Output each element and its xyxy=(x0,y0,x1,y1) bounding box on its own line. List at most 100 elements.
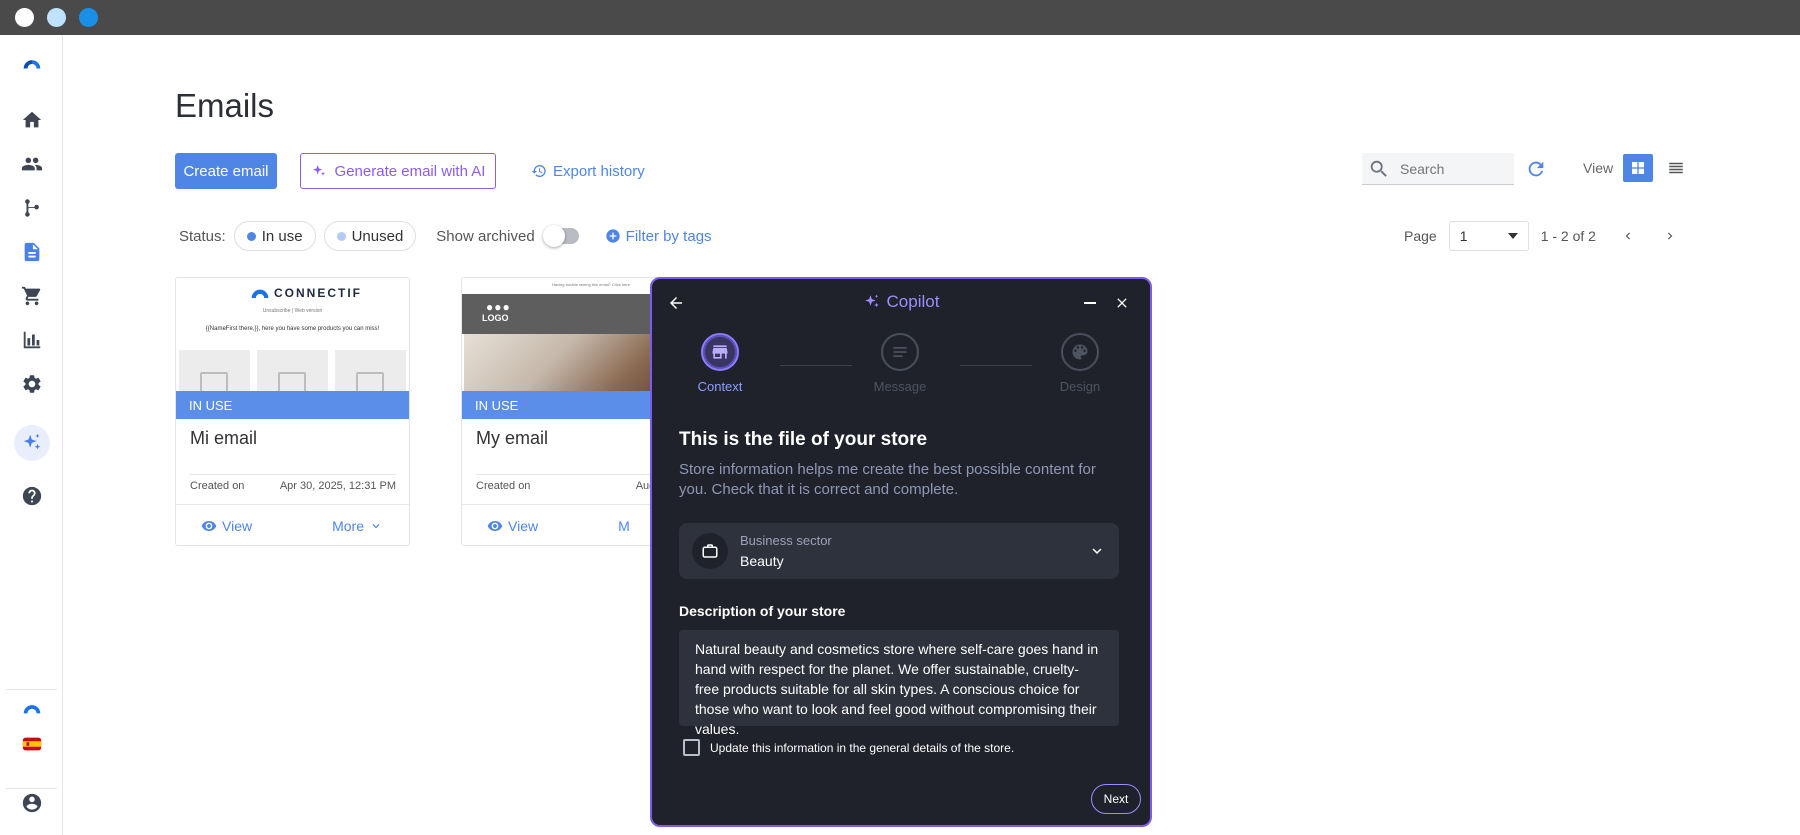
sidebar-item-contacts[interactable] xyxy=(16,148,48,180)
window-close-dot[interactable] xyxy=(15,8,34,27)
step-connector xyxy=(780,365,852,366)
page-title: Emails xyxy=(175,87,275,124)
description-label: Description of your store xyxy=(679,603,846,619)
more-button[interactable]: M xyxy=(618,518,630,534)
update-info-checkbox-row[interactable]: Update this information in the general d… xyxy=(683,739,1014,756)
sidebar-item-store[interactable] xyxy=(16,280,48,312)
unused-dot xyxy=(336,231,346,241)
image-placeholder-icon xyxy=(278,372,306,391)
image-placeholder-icon xyxy=(200,372,228,391)
page-range: 1 - 2 of 2 xyxy=(1540,228,1596,244)
caret-down-icon xyxy=(1507,233,1518,239)
unused-label: Unused xyxy=(351,227,404,245)
email-meta: Created on Apr 30, 2025, 12:31 PM xyxy=(190,480,396,492)
step-label: Message xyxy=(873,379,927,394)
sidebar-item-workflows[interactable] xyxy=(16,192,48,224)
copilot-title-group: Copilot xyxy=(652,292,1150,312)
window-maximize-dot[interactable] xyxy=(79,8,98,27)
filter-by-tags-button[interactable]: Filter by tags xyxy=(605,228,712,245)
grid-view-toggle[interactable] xyxy=(1623,154,1653,182)
copilot-title: Copilot xyxy=(886,292,940,311)
page-select[interactable]: 1 xyxy=(1448,221,1529,251)
chevron-left-icon xyxy=(1625,232,1630,240)
export-history-label: Export history xyxy=(553,162,645,180)
content-icon xyxy=(24,242,40,262)
briefcase-icon xyxy=(692,533,728,569)
email-card[interactable]: CONNECTIF Unsubscribe | Web version {{Na… xyxy=(175,277,410,546)
history-icon xyxy=(531,165,546,177)
spain-flag-icon[interactable] xyxy=(16,728,48,760)
dots-icon: ●●● xyxy=(486,300,511,314)
connectif-account-icon[interactable] xyxy=(16,690,48,722)
create-email-button[interactable]: Create email xyxy=(175,153,277,189)
current-page: 1 xyxy=(1459,228,1468,244)
store-icon xyxy=(712,345,728,359)
chevron-right-icon xyxy=(1667,232,1673,240)
show-archived-control: Show archived xyxy=(436,225,579,247)
in-use-label: In use xyxy=(261,227,303,245)
copilot-panel: Copilot Context Message Design This is t… xyxy=(650,277,1152,827)
filter-by-tags-label: Filter by tags xyxy=(625,227,712,245)
business-sector-select[interactable]: Business sector Beauty xyxy=(679,523,1119,579)
sidebar-item-ai[interactable] xyxy=(14,425,50,461)
connectif-logo-icon[interactable] xyxy=(16,47,48,79)
created-date: Apr 30, 2025, 12:31 PM xyxy=(279,480,396,492)
generate-email-ai-button[interactable]: Generate email with AI xyxy=(300,153,496,189)
more-button[interactable]: More xyxy=(332,518,383,534)
connectif-logo-icon xyxy=(251,289,269,298)
chevron-down-icon xyxy=(372,524,380,529)
email-title: My email xyxy=(476,428,549,448)
view-button[interactable]: View xyxy=(201,518,252,534)
contacts-icon xyxy=(21,157,43,171)
close-button[interactable] xyxy=(1112,293,1132,313)
page-label: Page xyxy=(1404,228,1437,244)
status-in-use-chip[interactable]: In use xyxy=(233,221,316,251)
eye-icon xyxy=(201,521,217,531)
update-info-checkbox[interactable] xyxy=(683,739,700,756)
status-unused-chip[interactable]: Unused xyxy=(323,221,417,251)
status-label: Status: xyxy=(179,227,226,245)
export-history-button[interactable]: Export history xyxy=(531,153,645,189)
sidebar-item-content[interactable] xyxy=(16,236,48,268)
user-avatar-icon[interactable] xyxy=(16,787,48,819)
step-context[interactable]: Context xyxy=(680,333,760,394)
divider xyxy=(190,474,396,475)
show-archived-toggle[interactable] xyxy=(542,225,579,247)
sidebar xyxy=(0,35,63,835)
search-field[interactable] xyxy=(1362,153,1514,185)
view-label: View xyxy=(1583,160,1614,176)
store-description-textarea[interactable]: Natural beauty and cosmetics store where… xyxy=(679,630,1119,737)
status-badge: IN USE xyxy=(176,391,409,419)
more-label: M xyxy=(618,518,630,534)
step-design[interactable]: Design xyxy=(1040,333,1120,394)
sidebar-item-home[interactable] xyxy=(16,104,48,136)
copilot-header: Copilot xyxy=(652,279,1150,325)
created-label: Created on xyxy=(476,480,531,492)
ai-sparkle-icon xyxy=(23,433,41,450)
sidebar-item-help[interactable] xyxy=(16,480,48,512)
next-button[interactable]: Next xyxy=(1091,784,1141,814)
home-icon xyxy=(22,111,42,128)
show-archived-label: Show archived xyxy=(436,227,535,245)
next-page-button[interactable] xyxy=(1660,226,1680,246)
sidebar-item-settings[interactable] xyxy=(16,368,48,400)
cart-icon xyxy=(21,286,41,306)
sidebar-item-reports[interactable] xyxy=(16,324,48,356)
more-label: More xyxy=(332,518,364,534)
step-label: Design xyxy=(1059,379,1101,394)
in-use-dot xyxy=(246,231,256,241)
step-label: Context xyxy=(697,379,743,394)
window-minimize-dot[interactable] xyxy=(47,8,66,27)
list-view-toggle[interactable] xyxy=(1661,154,1691,182)
refresh-icon[interactable] xyxy=(1525,158,1547,180)
step-message[interactable]: Message xyxy=(860,333,940,394)
search-input[interactable] xyxy=(1400,160,1510,177)
minimize-button[interactable] xyxy=(1080,293,1100,313)
email-preview: CONNECTIF Unsubscribe | Web version {{Na… xyxy=(176,278,409,391)
view-button[interactable]: View xyxy=(487,518,538,534)
prev-page-button[interactable] xyxy=(1618,226,1638,246)
add-circle-icon xyxy=(606,229,620,243)
preview-logo: LOGO xyxy=(482,313,509,323)
email-title: Mi email xyxy=(190,428,258,448)
created-label: Created on xyxy=(190,480,245,492)
